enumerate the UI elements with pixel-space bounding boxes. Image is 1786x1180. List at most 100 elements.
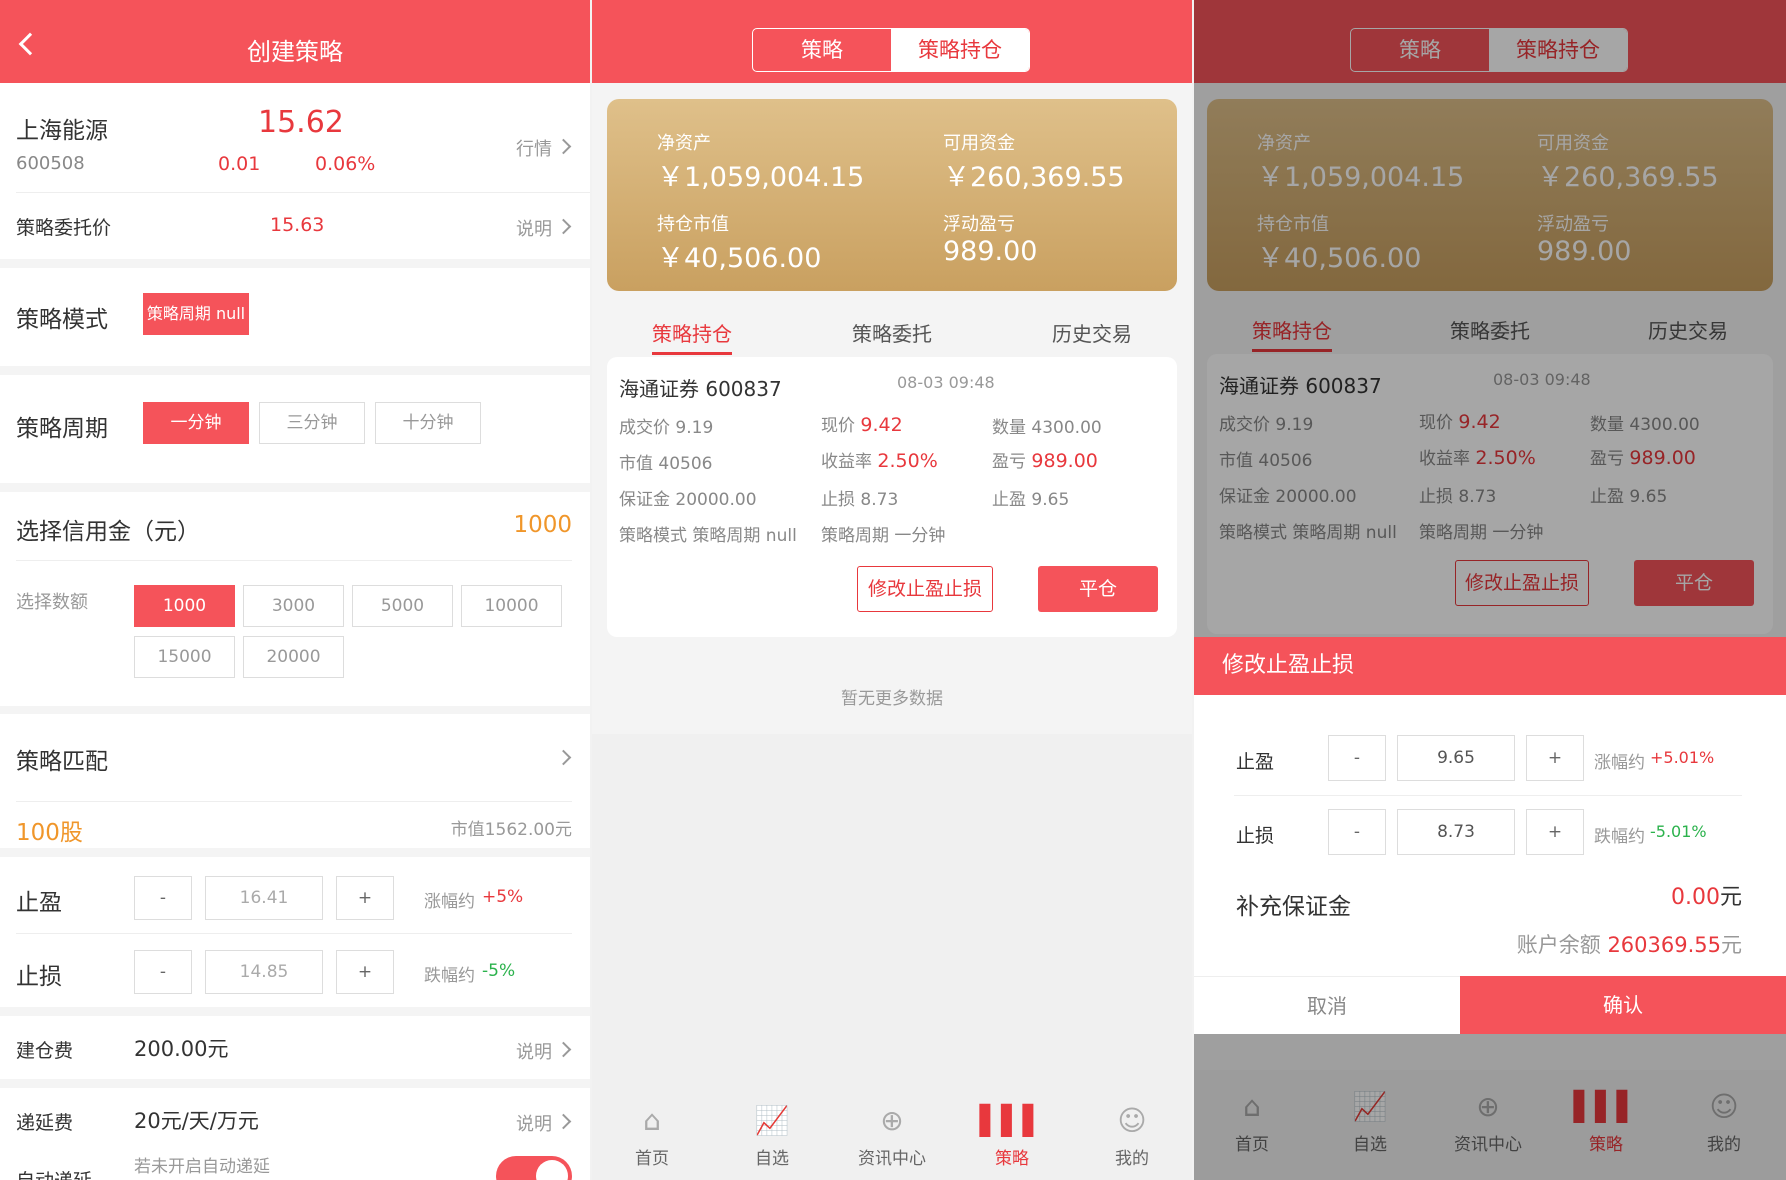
nav-watchlist[interactable]: 📈 自选: [732, 1098, 812, 1169]
view-switch: 策略 策略持仓: [752, 28, 1030, 72]
stop-loss-minus-button[interactable]: -: [1328, 809, 1386, 855]
current-price: 现价 9.42: [821, 411, 903, 436]
credit-value: 1000: [513, 512, 572, 538]
amount-option[interactable]: 1000: [134, 585, 235, 627]
stop-loss-fall: -5.01%: [1650, 822, 1707, 841]
take-profit-input[interactable]: 16.41: [205, 876, 323, 920]
quantity-value: 4300.00: [1031, 418, 1102, 438]
amount-option[interactable]: 10000: [461, 585, 562, 627]
tab-underline: [652, 352, 732, 355]
tab-strategy[interactable]: 策略: [753, 29, 891, 71]
page-title: 创建策略: [247, 38, 343, 66]
divider: [1234, 795, 1742, 796]
assets-card: 净资产 ￥1,059,004.15 可用资金 ￥260,369.55 持仓市值 …: [607, 99, 1177, 291]
stop-loss-plus-button[interactable]: +: [336, 950, 394, 994]
amount-option[interactable]: 15000: [134, 636, 235, 678]
tp-sl-section: 止盈 - 16.41 + 涨幅约 +5% 止损 - 14.85 + 跌幅约 -5…: [0, 857, 590, 1007]
credit-section: 选择信用金（元） 1000 选择数额 1000 3000 5000 10000 …: [0, 492, 590, 706]
margin: 保证金 20000.00: [619, 485, 757, 510]
margin-value: 20000.00: [675, 490, 757, 510]
amount-option[interactable]: 3000: [243, 585, 344, 627]
chevron-right-icon: [555, 218, 572, 235]
chevron-right-icon: [555, 138, 572, 155]
period-label: 策略周期: [16, 416, 108, 442]
modify-tp-sl-dialog: 修改止盈止损 止盈 - 9.65 + 涨幅约 +5.01% 止损 - 8.73 …: [1194, 637, 1786, 1034]
mode-option[interactable]: 策略周期 null: [143, 293, 249, 335]
amount-label: 选择数额: [16, 592, 88, 613]
modify-tp-sl-screen: 策略 策略持仓 净资产 ￥1,059,004.15 可用资金 ￥260,369.…: [1194, 0, 1786, 1180]
divider: [16, 801, 572, 802]
chevron-right-icon: [555, 1041, 572, 1058]
chevron-right-icon: [555, 1113, 572, 1130]
nav-news[interactable]: ⊕ 资讯中心: [852, 1098, 932, 1169]
take-profit-rise-label: 涨幅约: [1594, 753, 1645, 773]
tab-strategy-orders[interactable]: 策略委托: [852, 318, 932, 347]
quote-link[interactable]: 行情: [516, 135, 552, 161]
position-time: 08-03 09:48: [897, 373, 995, 392]
profit-loss-value: 989.00: [1031, 450, 1098, 472]
auto-defer-label: 自动递延: [16, 1166, 92, 1180]
auto-defer-toggle[interactable]: [496, 1156, 572, 1180]
nav-home[interactable]: ⌂ 首页: [612, 1098, 692, 1169]
market-value: 市值1562.00元: [450, 820, 572, 840]
fee-label: 建仓费: [16, 1040, 74, 1062]
period-option-3min[interactable]: 三分钟: [259, 402, 365, 444]
take-profit-rise: +5%: [482, 887, 524, 907]
stop-loss-fall-label: 跌幅约: [1594, 827, 1645, 847]
auto-defer-hint: 若未开启自动递延: [134, 1157, 270, 1177]
explain-link[interactable]: 说明: [516, 1110, 552, 1136]
strategy-period-label: 策略周期: [821, 526, 889, 546]
stock-code: 600508: [16, 153, 85, 174]
tab-strategy-holdings[interactable]: 策略持仓: [652, 318, 732, 347]
take-profit-minus-button[interactable]: -: [134, 876, 192, 920]
amount-option[interactable]: 5000: [352, 585, 453, 627]
tab-history[interactable]: 历史交易: [1052, 318, 1132, 347]
period-option-1min[interactable]: 一分钟: [143, 402, 249, 444]
explain-link[interactable]: 说明: [516, 215, 552, 241]
take-profit-label: 止盈: [1236, 751, 1275, 773]
quantity-label: 数量: [992, 418, 1026, 438]
margin-label: 保证金: [619, 490, 670, 510]
modify-tp-sl-button[interactable]: 修改止盈止损: [857, 566, 993, 612]
market-value-value: 40506: [658, 454, 713, 474]
stop-loss-input[interactable]: 8.73: [1397, 809, 1515, 855]
take-profit-minus-button[interactable]: -: [1328, 735, 1386, 781]
fee-value: 200.00元: [134, 1037, 229, 1061]
stop-loss-minus-button[interactable]: -: [134, 950, 192, 994]
stop-loss-label: 止损: [16, 964, 62, 990]
price-change: 0.01: [218, 153, 261, 175]
close-position-button[interactable]: 平仓: [1038, 566, 1158, 612]
tab-holdings[interactable]: 策略持仓: [891, 29, 1029, 71]
yield-label: 收益率: [821, 452, 872, 472]
take-profit-value: 9.65: [1031, 490, 1070, 510]
match-label[interactable]: 策略匹配: [16, 742, 108, 776]
defer-label: 递延费: [16, 1112, 74, 1134]
position-name: 海通证券 600837: [619, 377, 782, 401]
stop-loss-plus-button[interactable]: +: [1526, 809, 1584, 855]
nav-strategy[interactable]: ▌▌▌ 策略: [972, 1098, 1052, 1169]
take-profit-input[interactable]: 9.65: [1397, 735, 1515, 781]
take-profit-plus-button[interactable]: +: [336, 876, 394, 920]
stop-loss-input[interactable]: 14.85: [205, 950, 323, 994]
account-balance-value: 260369.55: [1607, 933, 1721, 957]
period-row: 策略周期 一分钟 三分钟 十分钟: [0, 375, 590, 483]
header: 策略 策略持仓: [592, 0, 1192, 83]
confirm-button[interactable]: 确认: [1460, 976, 1786, 1034]
user-icon: ☺: [1117, 1104, 1147, 1137]
strategy-period-value: 一分钟: [894, 526, 946, 546]
cancel-button[interactable]: 取消: [1194, 976, 1460, 1034]
nav-watchlist-label: 自选: [755, 1149, 789, 1169]
supplement-margin: 0.00元: [1671, 879, 1742, 911]
order-price-label: 策略委托价: [16, 217, 112, 239]
explain-link[interactable]: 说明: [516, 1038, 552, 1064]
yield-value: 2.50%: [877, 450, 938, 472]
chart-icon: 📈: [754, 1104, 790, 1137]
stop-loss-fall: -5%: [482, 961, 516, 981]
nav-me[interactable]: ☺ 我的: [1092, 1098, 1172, 1169]
nav-news-label: 资讯中心: [858, 1149, 926, 1169]
period-option-10min[interactable]: 十分钟: [375, 402, 481, 444]
holdings-tabs: 策略持仓 策略委托 历史交易: [592, 316, 1192, 356]
take-profit-plus-button[interactable]: +: [1526, 735, 1584, 781]
amount-option[interactable]: 20000: [243, 636, 344, 678]
market-value-label: 市值: [619, 454, 653, 474]
